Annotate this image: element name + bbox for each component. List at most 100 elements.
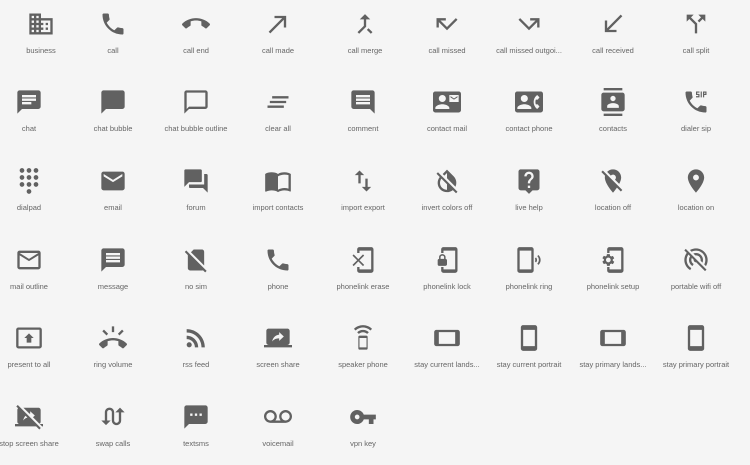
icon-cell-stay-primary-landscape[interactable]: stay primary lands... [572, 314, 654, 384]
icon-label: email [104, 203, 122, 212]
icon-label: phonelink lock [423, 282, 471, 291]
business-icon [29, 13, 53, 35]
icon-label: call received [592, 46, 634, 55]
stay-primary-landscape-icon [600, 329, 626, 347]
location-off-icon [601, 169, 623, 193]
phonelink-erase-icon [352, 247, 374, 273]
textsms-icon [184, 405, 208, 429]
icon-cell-contact-phone[interactable]: contact phone [488, 78, 570, 148]
portable-wifi-off-icon [684, 248, 708, 272]
contact-phone-icon [515, 91, 543, 113]
icon-cell-stay-current-landscape[interactable]: stay current lands... [406, 314, 488, 384]
location-on-icon [687, 169, 705, 193]
icon-cell-call[interactable]: call [72, 0, 154, 70]
icon-cell-live-help[interactable]: live help [488, 157, 570, 227]
icon-cell-swap-calls[interactable]: swap calls [72, 393, 154, 463]
icon-label: call missed [428, 46, 466, 55]
icon-cell-email[interactable]: email [72, 157, 154, 227]
icon-cell-phonelink-lock[interactable]: phonelink lock [406, 236, 488, 306]
icon-cell-phonelink-ring[interactable]: phonelink ring [488, 236, 570, 306]
icon-cell-chat-bubble-outline[interactable]: chat bubble outline [155, 78, 237, 148]
comment-icon [351, 90, 375, 114]
icon-label: dialpad [16, 203, 42, 212]
icon-label: call split [682, 46, 710, 55]
icon-cell-message[interactable]: message [72, 236, 154, 306]
icon-cell-call-received[interactable]: call received [572, 0, 654, 70]
icon-cell-comment[interactable]: comment [322, 78, 404, 148]
icon-cell-invert-colors-off[interactable]: invert colors off [406, 157, 488, 227]
icon-cell-chat-bubble[interactable]: chat bubble [72, 78, 154, 148]
forum-icon [184, 169, 208, 193]
icon-cell-call-made[interactable]: call made [237, 0, 319, 70]
icon-cell-rss-feed[interactable]: rss feed [155, 314, 237, 384]
icon-label: location off [594, 203, 632, 212]
icon-cell-screen-share[interactable]: screen share [237, 314, 319, 384]
icon-grid: business call call end call made call me… [0, 0, 750, 465]
icon-label: call made [261, 46, 295, 55]
icon-cell-contacts[interactable]: contacts [572, 78, 654, 148]
icon-cell-voicemail[interactable]: voicemail [237, 393, 319, 463]
icon-label: import contacts [252, 203, 304, 212]
icon-label: comment [347, 124, 379, 133]
icon-cell-stop-screen-share[interactable]: stop screen share [0, 393, 70, 463]
icon-label: contact mail [426, 124, 468, 133]
icon-label: live help [515, 203, 543, 212]
call-end-icon [182, 18, 210, 29]
ring-volume-icon [99, 326, 127, 349]
icon-label: chat [21, 124, 37, 133]
icon-cell-dialpad[interactable]: dialpad [0, 157, 70, 227]
icon-cell-mail-outline[interactable]: mail outline [0, 236, 70, 306]
clear-all-icon [267, 96, 289, 108]
icon-label: clear all [265, 124, 291, 133]
rss-feed-icon [186, 329, 205, 348]
icon-cell-textsms[interactable]: textsms [155, 393, 237, 463]
no-sim-icon [184, 249, 207, 273]
icon-cell-contact-mail[interactable]: contact mail [406, 78, 488, 148]
icon-label: stop screen share [0, 439, 59, 448]
icon-cell-location-off[interactable]: location off [572, 157, 654, 227]
screen-share-icon [264, 328, 292, 348]
icon-cell-stay-current-portrait[interactable]: stay current portrait [488, 314, 570, 384]
icon-cell-vpn-key[interactable]: vpn key [322, 393, 404, 463]
icon-label: chat bubble [93, 124, 133, 133]
icon-cell-portable-wifi-off[interactable]: portable wifi off [655, 236, 737, 306]
icon-cell-ring-volume[interactable]: ring volume [72, 314, 154, 384]
icon-label: import export [341, 203, 385, 212]
icon-cell-present-to-all[interactable]: present to all [0, 314, 70, 384]
phonelink-lock-icon [437, 247, 458, 273]
icon-cell-call-split[interactable]: call split [655, 0, 737, 70]
icon-cell-phone[interactable]: phone [237, 236, 319, 306]
stay-current-portrait-icon [520, 325, 538, 351]
vpn-key-icon [350, 410, 376, 424]
icon-label: screen share [256, 360, 300, 369]
icon-cell-business[interactable]: business [0, 0, 82, 70]
icon-label: message [97, 282, 129, 291]
icon-label: call merge [347, 46, 383, 55]
icon-cell-chat[interactable]: chat [0, 78, 70, 148]
icon-cell-forum[interactable]: forum [155, 157, 237, 227]
icon-cell-call-missed-outgoing[interactable]: call missed outgoi... [488, 0, 570, 70]
icon-cell-phonelink-setup[interactable]: phonelink setup [572, 236, 654, 306]
icon-cell-location-on[interactable]: location on [655, 157, 737, 227]
icon-cell-import-export[interactable]: import export [322, 157, 404, 227]
icon-label: ring volume [93, 360, 133, 369]
invert-colors-off-icon [436, 169, 458, 194]
icon-cell-import-contacts[interactable]: import contacts [237, 157, 319, 227]
dialer-sip-icon [685, 91, 707, 113]
icon-label: dialer sip [680, 124, 711, 133]
icon-cell-stay-primary-portrait[interactable]: stay primary portrait [655, 314, 737, 384]
icon-cell-clear-all[interactable]: clear all [237, 78, 319, 148]
icon-cell-call-missed[interactable]: call missed [406, 0, 488, 70]
icon-cell-call-merge[interactable]: call merge [324, 0, 406, 70]
icon-cell-dialer-sip[interactable]: dialer sip [655, 78, 737, 148]
icon-label: call missed outgoi... [496, 46, 562, 55]
icon-cell-speaker-phone[interactable]: speaker phone [322, 314, 404, 384]
icon-cell-phonelink-erase[interactable]: phonelink erase [322, 236, 404, 306]
icon-label: phonelink erase [336, 282, 390, 291]
icon-cell-no-sim[interactable]: no sim [155, 236, 237, 306]
present-to-all-icon [16, 327, 42, 349]
message-icon [101, 248, 125, 272]
icon-label: voicemail [262, 439, 294, 448]
icon-label: speaker phone [338, 360, 388, 369]
icon-cell-call-end[interactable]: call end [155, 0, 237, 70]
